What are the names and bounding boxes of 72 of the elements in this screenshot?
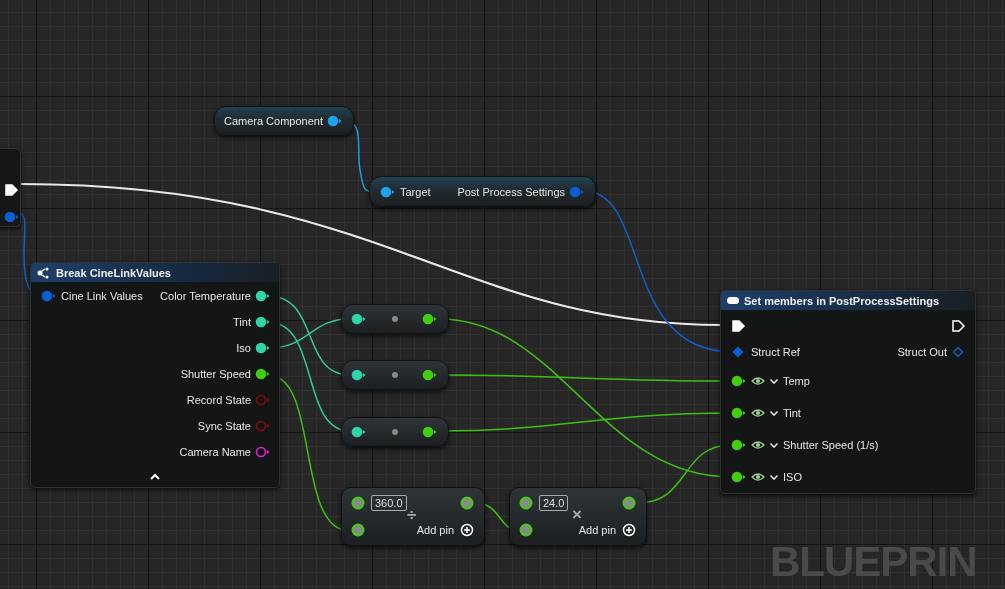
pin-label: Cine Link Values	[61, 290, 143, 302]
pin-handle[interactable]	[731, 471, 747, 483]
plus-icon[interactable]	[622, 523, 636, 538]
exec-pin[interactable]	[951, 320, 967, 332]
pin-handle[interactable]	[731, 407, 747, 419]
dot-icon	[391, 429, 398, 435]
pin-label: Tint	[233, 316, 251, 328]
dot-icon	[391, 316, 398, 322]
pin-handle[interactable]	[255, 316, 271, 328]
operator-symbol: ×	[572, 506, 582, 523]
pin-handle[interactable]	[4, 210, 20, 223]
add-pin-label[interactable]: Add pin	[416, 524, 454, 537]
pin-handle[interactable]	[255, 394, 271, 406]
pin-handle[interactable]	[731, 375, 747, 387]
pin-label: Post Process Settings	[457, 185, 565, 198]
pin-handle[interactable]	[41, 290, 57, 302]
pin-handle[interactable]	[460, 495, 474, 510]
pin-handle[interactable]	[351, 495, 365, 510]
chevron-down-icon[interactable]	[769, 441, 779, 449]
value-field[interactable]: 24.0	[539, 494, 569, 511]
pin-label: Camera Name	[179, 446, 251, 458]
value-field[interactable]: 360.0	[371, 494, 407, 511]
pin-handle[interactable]	[519, 495, 533, 510]
plus-icon[interactable]	[460, 523, 474, 538]
eye-icon[interactable]	[751, 408, 765, 418]
pin-label: Sync State	[197, 420, 251, 432]
dot-icon	[391, 372, 398, 378]
chevron-up-icon[interactable]	[149, 473, 161, 481]
add-pin-label[interactable]: Add pin	[578, 524, 616, 537]
pin-handle[interactable]	[255, 290, 271, 302]
exec-pin[interactable]	[731, 320, 747, 332]
pin-handle[interactable]	[255, 342, 271, 354]
pin-label: Tint	[783, 407, 801, 419]
pin-label: Target	[400, 185, 431, 198]
pin-label: Color Temperature	[160, 290, 251, 302]
exec-pin[interactable]	[4, 183, 20, 196]
pin-handle[interactable]	[351, 426, 367, 438]
pin-handle[interactable]	[569, 185, 585, 198]
chevron-down-icon[interactable]	[769, 377, 779, 385]
pin-handle[interactable]	[731, 439, 747, 451]
pin-handle[interactable]	[255, 420, 271, 432]
pin-label: Iso	[236, 342, 251, 354]
pin-handle[interactable]	[327, 115, 343, 127]
eye-icon[interactable]	[751, 472, 765, 482]
pin-label: Struct Out	[897, 346, 947, 358]
pin-handle[interactable]	[422, 369, 438, 381]
pin-handle[interactable]	[351, 369, 367, 381]
node-title: Break CineLinkValues	[56, 266, 171, 279]
operator-symbol: ÷	[407, 506, 417, 523]
eye-icon[interactable]	[751, 376, 765, 386]
pin-handle[interactable]	[255, 446, 271, 458]
pin-handle[interactable]	[519, 523, 533, 538]
pill-icon	[727, 297, 739, 304]
pin-handle[interactable]	[351, 313, 367, 325]
pin-handle[interactable]	[422, 313, 438, 325]
pin-handle[interactable]	[380, 185, 396, 198]
pin-handle[interactable]	[622, 495, 636, 510]
pin-label: Shutter Speed	[180, 368, 251, 380]
pin-handle[interactable]	[422, 426, 438, 438]
node-label: Camera Component	[223, 115, 323, 127]
eye-icon[interactable]	[751, 440, 765, 450]
split-icon	[37, 266, 51, 279]
pin-label: Record State	[186, 394, 251, 406]
node-title: Set members in PostProcessSettings	[744, 294, 939, 307]
pin-handle[interactable]	[351, 523, 365, 538]
pin-handle[interactable]	[255, 368, 271, 380]
pin-label: Temp	[783, 375, 810, 387]
pin-label: ISO	[783, 471, 802, 483]
chevron-down-icon[interactable]	[769, 409, 779, 417]
chevron-down-icon[interactable]	[769, 473, 779, 481]
pin-label: Struct Ref	[751, 346, 800, 358]
pin-label: Shutter Speed (1/s)	[783, 439, 879, 451]
